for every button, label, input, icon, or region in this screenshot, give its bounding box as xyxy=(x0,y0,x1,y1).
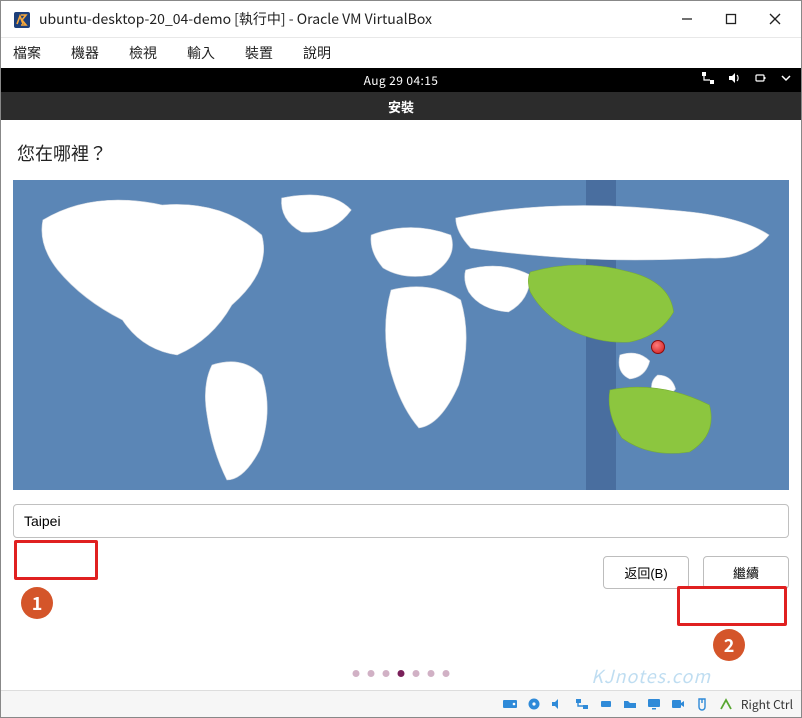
menu-help[interactable]: 說明 xyxy=(303,43,331,63)
usb-status-icon[interactable] xyxy=(597,696,615,712)
window-title: ubuntu-desktop-20_04-demo [執行中] - Oracle… xyxy=(39,9,665,29)
display-status-icon[interactable] xyxy=(645,696,663,712)
callout-1: 1 xyxy=(21,587,53,619)
callout-2: 2 xyxy=(713,629,745,661)
volume-icon[interactable] xyxy=(727,71,741,89)
menu-file[interactable]: 檔案 xyxy=(13,43,41,63)
shared-folder-icon[interactable] xyxy=(621,696,639,712)
net-status-icon[interactable] xyxy=(573,696,591,712)
menu-input[interactable]: 輸入 xyxy=(187,43,215,63)
virtualbox-icon xyxy=(13,10,31,28)
disc-icon[interactable] xyxy=(525,696,543,712)
minimize-button[interactable] xyxy=(665,1,709,37)
virtualbox-status-bar: Right Ctrl xyxy=(1,690,801,717)
power-icon[interactable] xyxy=(753,71,767,89)
keyboard-capture-icon[interactable] xyxy=(717,696,735,712)
menu-devices[interactable]: 裝置 xyxy=(245,43,273,63)
step-dots xyxy=(353,670,450,677)
chevron-down-icon[interactable] xyxy=(779,71,793,89)
close-button[interactable] xyxy=(753,1,797,37)
hdd-icon[interactable] xyxy=(501,696,519,712)
mouse-integration-icon[interactable] xyxy=(693,696,711,712)
continue-button[interactable]: 繼續 xyxy=(703,556,789,589)
host-key-label: Right Ctrl xyxy=(741,696,793,713)
menu-view[interactable]: 檢視 xyxy=(129,43,157,63)
location-question: 您在哪裡？ xyxy=(17,140,789,166)
back-button[interactable]: 返回(B) xyxy=(603,556,689,589)
timezone-input[interactable] xyxy=(13,504,789,538)
network-icon[interactable] xyxy=(701,71,715,89)
virtualbox-menu-bar: 檔案 機器 檢視 輸入 裝置 說明 xyxy=(1,38,801,68)
audio-status-icon[interactable] xyxy=(549,696,567,712)
installer-header: 安裝 xyxy=(1,92,801,120)
ubuntu-top-bar: Aug 29 04:15 xyxy=(1,68,801,92)
maximize-button[interactable] xyxy=(709,1,753,37)
recording-icon[interactable] xyxy=(669,696,687,712)
world-map[interactable] xyxy=(13,180,789,490)
clock[interactable]: Aug 29 04:15 xyxy=(364,72,439,89)
menu-machine[interactable]: 機器 xyxy=(71,43,99,63)
location-pin xyxy=(651,340,665,354)
watermark: KJnotes.com xyxy=(591,663,711,689)
